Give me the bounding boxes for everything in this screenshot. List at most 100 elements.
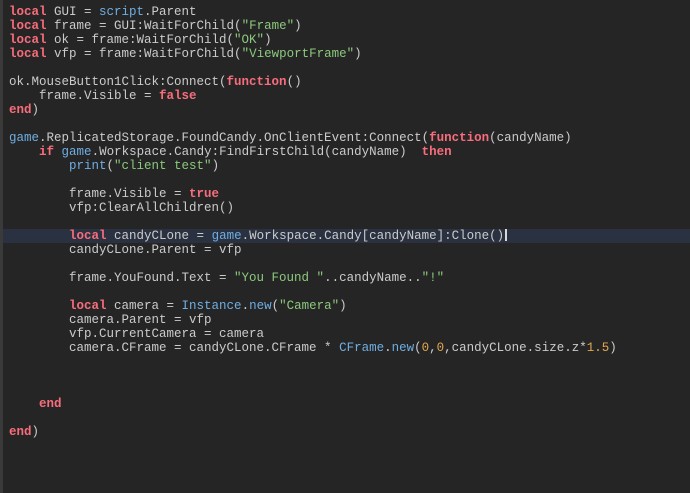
code-token: ) xyxy=(211,159,220,173)
code-line[interactable] xyxy=(3,257,690,271)
code-line[interactable]: end) xyxy=(3,425,690,439)
code-token: Instance xyxy=(181,299,242,313)
code-line[interactable]: end xyxy=(3,397,690,411)
code-token: local xyxy=(69,229,107,243)
code-line[interactable]: camera.CFrame = candyCLone.CFrame * CFra… xyxy=(3,341,690,355)
code-token: game xyxy=(61,145,92,159)
code-token: ok.MouseButton1Click:Connect( xyxy=(9,75,227,89)
code-token: end xyxy=(39,397,62,411)
code-token: then xyxy=(421,145,452,159)
code-line[interactable]: vfp.CurrentCamera = camera xyxy=(3,327,690,341)
code-line[interactable]: vfp:ClearAllChildren() xyxy=(3,201,690,215)
code-token: ) xyxy=(31,103,40,117)
code-token: camera = xyxy=(106,299,182,313)
code-token: camera.Parent = vfp xyxy=(9,313,212,327)
code-line[interactable] xyxy=(3,411,690,425)
code-line[interactable]: local vfp = frame:WaitForChild("Viewport… xyxy=(3,47,690,61)
code-line-current[interactable]: local candyCLone = game.Workspace.Candy[… xyxy=(3,229,690,243)
code-line[interactable]: local GUI = script.Parent xyxy=(3,5,690,19)
code-token: frame.Visible = xyxy=(9,89,160,103)
code-line[interactable] xyxy=(3,173,690,187)
code-token: vfp.CurrentCamera = camera xyxy=(9,327,265,341)
code-token: , xyxy=(429,341,437,355)
code-token: ) xyxy=(264,33,272,47)
code-token: "OK" xyxy=(234,33,265,47)
code-line[interactable]: game.ReplicatedStorage.FoundCandy.OnClie… xyxy=(3,131,690,145)
code-line[interactable] xyxy=(3,383,690,397)
code-token: ( xyxy=(271,299,280,313)
code-token: .Parent xyxy=(144,5,197,19)
code-token: true xyxy=(189,187,220,201)
code-token: camera.CFrame = candyCLone.CFrame * xyxy=(9,341,340,355)
code-token: local xyxy=(9,5,47,19)
code-line[interactable]: frame.Visible = true xyxy=(3,187,690,201)
code-line[interactable]: print("client test") xyxy=(3,159,690,173)
code-line[interactable]: candyCLone.Parent = vfp xyxy=(3,243,690,257)
code-token: ..candyName.. xyxy=(324,271,422,285)
code-token: ) xyxy=(339,299,347,313)
code-line[interactable]: frame.YouFound.Text = "You Found "..cand… xyxy=(3,271,690,285)
code-token: local xyxy=(69,299,107,313)
code-token: "Camera" xyxy=(279,299,340,313)
code-token: ) xyxy=(354,47,362,61)
code-line[interactable]: ok.MouseButton1Click:Connect(function() xyxy=(3,75,690,89)
code-token: ( xyxy=(414,341,422,355)
text-cursor xyxy=(505,229,508,241)
code-token: ,candyCLone.size.z* xyxy=(444,341,587,355)
code-line[interactable] xyxy=(3,355,690,369)
code-token: function xyxy=(226,75,287,89)
code-token: GUI = xyxy=(46,5,100,19)
code-token: ) xyxy=(31,425,40,439)
code-token: script xyxy=(99,5,145,19)
code-token: "client test" xyxy=(114,159,212,173)
code-token: local xyxy=(9,19,47,33)
code-line[interactable] xyxy=(3,215,690,229)
code-token: ) xyxy=(294,19,302,33)
code-line[interactable] xyxy=(3,285,690,299)
code-line[interactable]: end) xyxy=(3,103,690,117)
code-line[interactable]: camera.Parent = vfp xyxy=(3,313,690,327)
code-line[interactable] xyxy=(3,369,690,383)
code-token: "You Found " xyxy=(234,271,325,285)
code-token: . xyxy=(384,341,392,355)
code-token: candyCLone = xyxy=(106,229,212,243)
code-line[interactable]: local ok = frame:WaitForChild("OK") xyxy=(3,33,690,47)
code-token: ( xyxy=(106,159,115,173)
code-token: game xyxy=(211,229,242,243)
code-token: "Frame" xyxy=(241,19,295,33)
code-line[interactable]: frame.Visible = false xyxy=(3,89,690,103)
code-area[interactable]: local GUI = script.Parent local frame = G… xyxy=(3,0,690,493)
code-token: .Workspace.Candy:FindFirstChild(candyNam… xyxy=(91,145,422,159)
code-token: .ReplicatedStorage.FoundCandy.OnClientEv… xyxy=(39,131,430,145)
code-token: frame = GUI:WaitForChild( xyxy=(46,19,242,33)
code-token: 1.5 xyxy=(586,341,610,355)
code-token: if xyxy=(39,145,55,159)
code-token: ) xyxy=(609,341,617,355)
code-token: end xyxy=(9,425,32,439)
code-line[interactable]: if game.Workspace.Candy:FindFirstChild(c… xyxy=(3,145,690,159)
code-token: candyCLone.Parent = vfp xyxy=(9,243,242,257)
code-token: end xyxy=(9,103,32,117)
code-token: game xyxy=(9,131,40,145)
code-line[interactable]: local frame = GUI:WaitForChild("Frame") xyxy=(3,19,690,33)
code-token: () xyxy=(286,75,302,89)
code-token: .Workspace.Candy[candyName]:Clone() xyxy=(241,229,505,243)
code-token: local xyxy=(9,33,47,47)
code-line[interactable]: local camera = Instance.new("Camera") xyxy=(3,299,690,313)
code-token: frame.YouFound.Text = xyxy=(9,271,235,285)
code-token: vfp:ClearAllChildren() xyxy=(9,201,235,215)
code-token: false xyxy=(159,89,197,103)
code-token: "!" xyxy=(421,271,445,285)
code-token: frame.Visible = xyxy=(9,187,190,201)
code-line[interactable] xyxy=(3,61,690,75)
code-token: print xyxy=(69,159,107,173)
code-token: "ViewportFrame" xyxy=(241,47,355,61)
code-token: new xyxy=(391,341,415,355)
code-line[interactable] xyxy=(3,117,690,131)
code-token: (candyName) xyxy=(489,131,572,145)
